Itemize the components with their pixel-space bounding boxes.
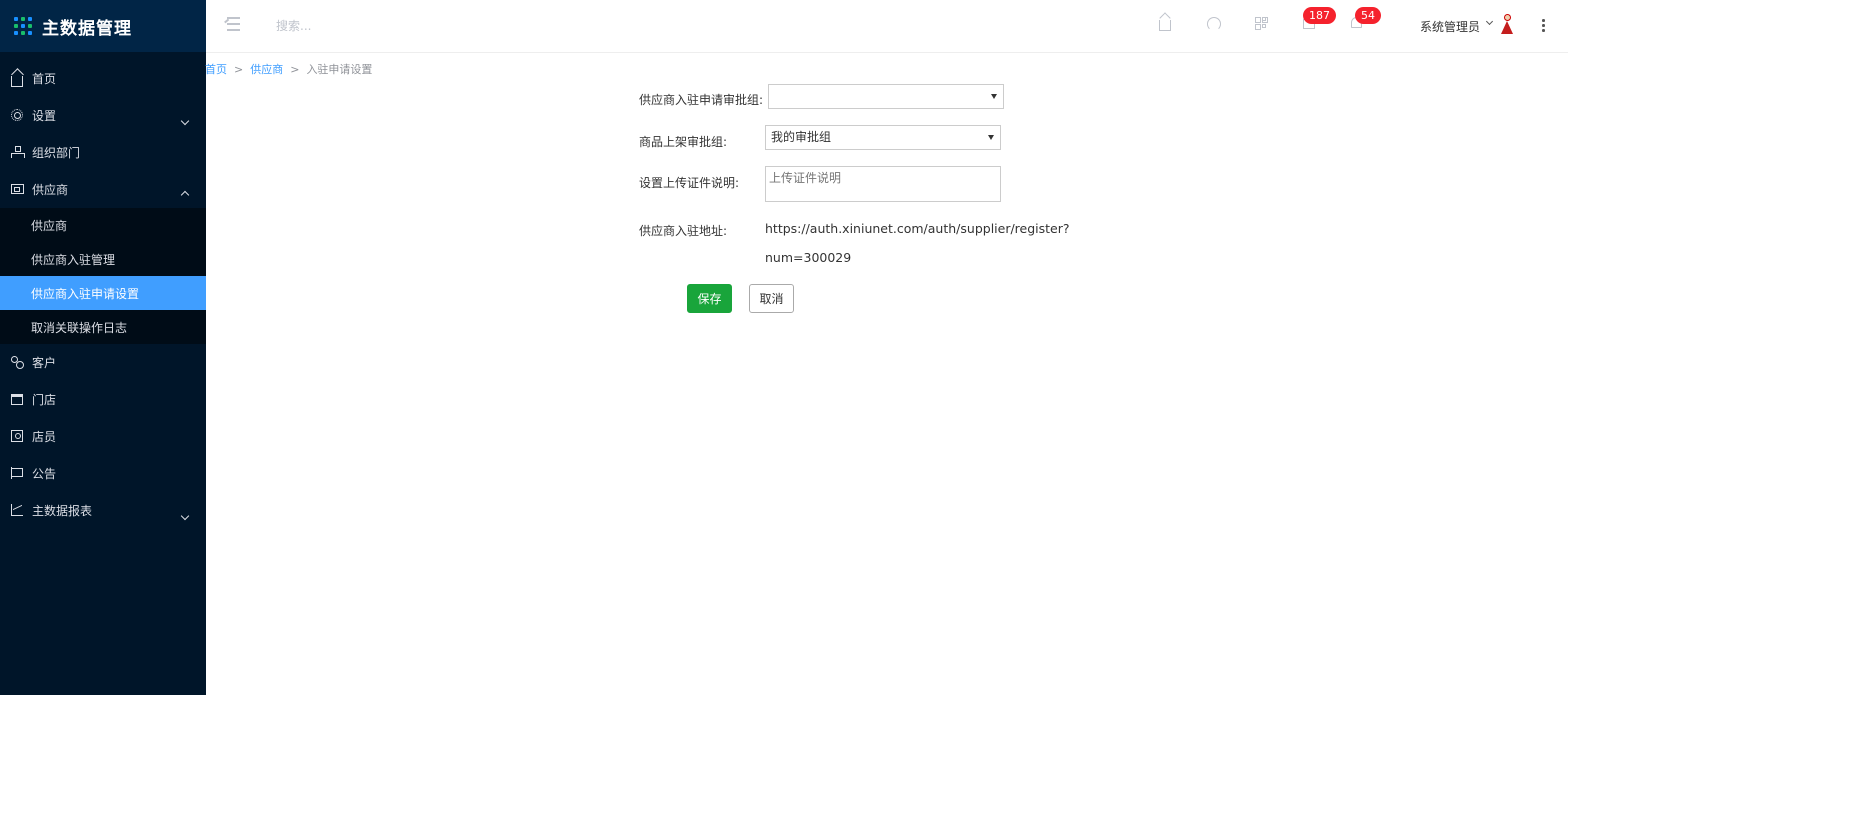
address-label: 供应商入驻地址: [639,224,728,238]
grid-logo-icon [14,17,32,35]
sidebar-item-label: 店员 [32,430,57,444]
top-header: 187 54 系统管理员 [206,0,1568,53]
caret-down-icon [991,94,997,99]
breadcrumb-separator: > [234,63,244,76]
sub-item-label: 取消关联操作日志 [31,320,128,335]
apps-grid-icon-part [1262,17,1266,21]
sidebar-item-label: 公告 [32,467,57,481]
home-icon [11,76,23,87]
sidebar-item-label: 组织部门 [32,146,81,160]
home-icon[interactable] [1159,20,1171,31]
chevron-down-icon [180,511,190,520]
sidebar-item-label: 首页 [32,72,57,86]
cert-description-input[interactable] [765,166,1001,202]
sidebar-item-label: 设置 [32,109,57,123]
notification-count-badge: 54 [1355,7,1381,24]
app-logo[interactable]: 主数据管理 [0,0,206,52]
sidebar-item-customer[interactable]: 客户 [0,344,206,381]
sidebar-item-label: 客户 [32,356,57,370]
chevron-down-icon[interactable] [1485,17,1494,26]
sidebar-item-org[interactable]: 组织部门 [0,134,206,171]
gear-icon [11,109,23,121]
breadcrumb-separator: > [290,63,300,76]
headset-icon[interactable] [1207,17,1221,31]
apps-grid-icon-part [1262,24,1266,28]
address-url-line1: https://auth.xiniunet.com/auth/supplier/… [765,221,1070,236]
sidebar-item-settings[interactable]: 设置 [0,97,206,134]
save-button[interactable]: 保存 [687,284,732,313]
breadcrumb: 首页 > 供应商 > 入驻申请设置 [205,61,372,77]
chevron-up-icon [180,190,190,199]
more-vertical-icon[interactable] [1542,19,1545,32]
sub-item-onboarding-settings[interactable]: 供应商入驻申请设置 [0,276,206,310]
line-chart-icon [11,504,23,516]
sidebar-item-label: 供应商 [32,183,69,197]
sub-item-unlink-log[interactable]: 取消关联操作日志 [0,310,206,344]
menu-collapse-icon[interactable] [224,17,240,31]
store-icon [11,394,23,405]
message-count-badge: 187 [1303,7,1336,24]
announcement-icon [11,467,23,479]
sub-item-label: 供应商入驻管理 [31,252,116,267]
breadcrumb-home[interactable]: 首页 [205,63,227,76]
org-chart-icon [11,146,25,158]
supplier-submenu: 供应商 供应商入驻管理 供应商入驻申请设置 取消关联操作日志 [0,208,206,344]
sub-item-supplier-onboarding[interactable]: 供应商入驻管理 [0,242,206,276]
sub-item-label: 供应商 [31,218,68,233]
sub-item-label: 供应商入驻申请设置 [31,286,140,301]
user-name[interactable]: 系统管理员 [1420,18,1480,35]
cancel-button[interactable]: 取消 [749,284,794,313]
sidebar-item-store[interactable]: 门店 [0,381,206,418]
search-input[interactable] [276,16,516,36]
sidebar-menu: 首页 设置 组织部门 供应商 供应商 供应商入驻管理 供应商入驻申请设置 取消关… [0,60,206,529]
sub-item-supplier[interactable]: 供应商 [0,208,206,242]
goods-group-label: 商品上架审批组: [639,135,728,149]
sidebar-item-label: 门店 [32,393,57,407]
cert-label: 设置上传证件说明: [639,176,740,190]
sidebar-item-supplier[interactable]: 供应商 [0,171,206,208]
sidebar-item-reports[interactable]: 主数据报表 [0,492,206,529]
id-card-icon [11,184,24,194]
avatar[interactable] [1500,14,1514,36]
customer-icon [11,356,24,369]
approval-group-label: 供应商入驻申请审批组: [639,93,764,107]
breadcrumb-supplier[interactable]: 供应商 [250,63,283,76]
staff-icon [11,430,23,442]
address-url-line2: num=300029 [765,250,852,265]
chevron-down-icon [180,116,190,125]
sidebar-item-label: 主数据报表 [32,504,93,518]
goods-group-value: 我的审批组 [771,130,832,144]
goods-group-select[interactable]: 我的审批组 [765,125,1001,150]
sidebar: 主数据管理 首页 设置 组织部门 供应商 供应商 供应商入驻管理 供应商入驻申请… [0,0,206,695]
sidebar-item-notice[interactable]: 公告 [0,455,206,492]
breadcrumb-current: 入驻申请设置 [306,63,373,76]
sidebar-item-staff[interactable]: 店员 [0,418,206,455]
app-title: 主数据管理 [42,18,132,39]
caret-down-icon [988,135,994,140]
sidebar-item-home[interactable]: 首页 [0,60,206,97]
approval-group-select[interactable] [768,84,1004,109]
